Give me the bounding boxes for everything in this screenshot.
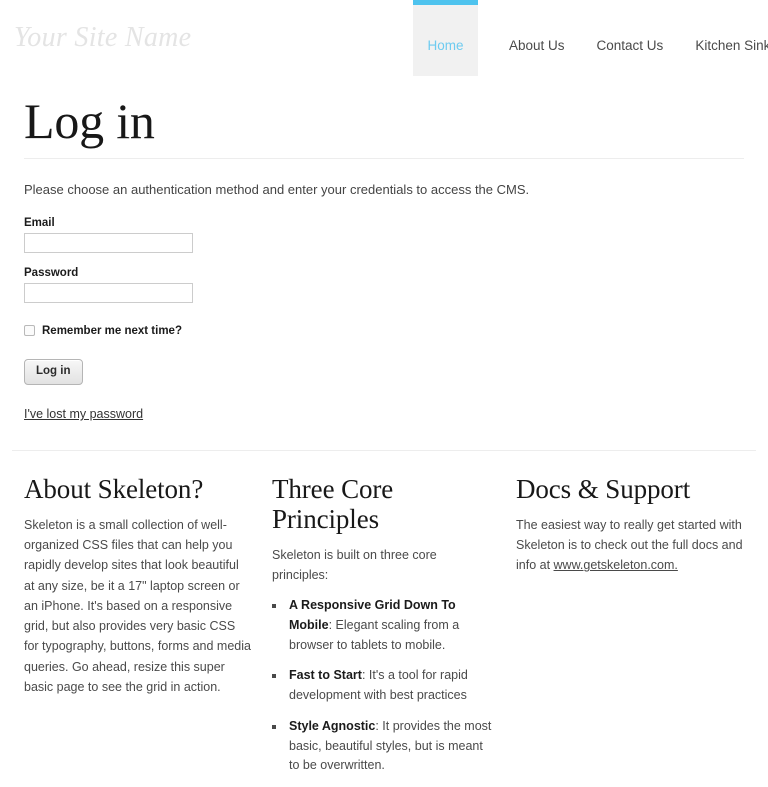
list-item: A Responsive Grid Down To Mobile: Elegan…: [286, 596, 492, 655]
nav-item-home[interactable]: Home: [413, 0, 478, 76]
getskeleton-link[interactable]: www.getskeleton.com.: [554, 558, 678, 572]
about-column-body: Skeleton is a small collection of well-o…: [24, 517, 251, 694]
about-column-title: About Skeleton?: [24, 474, 204, 505]
principle-lead: Fast to Start: [289, 668, 362, 683]
lost-password-row: I've lost my password: [24, 385, 744, 423]
password-field-group: Password: [24, 267, 744, 303]
principles-list: A Responsive Grid Down To Mobile: Elegan…: [272, 596, 492, 776]
footer-columns: About Skeleton? Skeleton is a small coll…: [0, 451, 768, 787]
nav-item-about-us[interactable]: About Us: [493, 0, 581, 76]
site-header: Your Site Name Home About Us Contact Us …: [0, 0, 768, 76]
submit-row: Log in: [24, 337, 744, 386]
login-form: Email Password Remember me next time? Lo…: [0, 201, 768, 424]
list-item: Fast to Start: It's a tool for rapid dev…: [286, 666, 492, 706]
docs-column-body: The easiest way to really get started wi…: [516, 515, 756, 576]
main-navigation: Home About Us Contact Us Kitchen Sink: [413, 0, 768, 76]
login-button[interactable]: Log in: [24, 358, 83, 386]
column-three-core-principles: Three Core Principles Skeleton is built …: [272, 474, 516, 787]
column-about-skeleton: About Skeleton? Skeleton is a small coll…: [0, 475, 272, 787]
nav-item-kitchen-sink[interactable]: Kitchen Sink: [679, 0, 768, 76]
principles-column-title: Three Core Principles: [272, 474, 394, 534]
remember-me-label: Remember me next time?: [42, 324, 182, 337]
lost-password-link[interactable]: I've lost my password: [24, 407, 143, 421]
docs-column-title: Docs & Support: [516, 474, 691, 505]
remember-me-checkbox[interactable]: [24, 325, 35, 337]
email-field-group: Email: [24, 217, 744, 253]
email-input[interactable]: [24, 232, 193, 253]
remember-me-row: Remember me next time?: [24, 325, 744, 337]
nav-item-contact-us[interactable]: Contact Us: [581, 0, 680, 76]
page-content: Log in Please choose an authentication m…: [0, 76, 768, 787]
password-label: Password: [24, 266, 79, 279]
column-docs-support: Docs & Support The easiest way to really…: [516, 475, 768, 787]
principles-column-intro: Skeleton is built on three core principl…: [272, 547, 437, 582]
principle-lead: Style Agnostic: [289, 718, 376, 733]
site-name: Your Site Name: [14, 22, 192, 53]
page-title: Log in: [24, 93, 155, 149]
list-item: Style Agnostic: It provides the most bas…: [286, 717, 492, 776]
password-input[interactable]: [24, 282, 193, 303]
intro-text: Please choose an authentication method a…: [24, 182, 530, 197]
email-label: Email: [24, 216, 55, 229]
